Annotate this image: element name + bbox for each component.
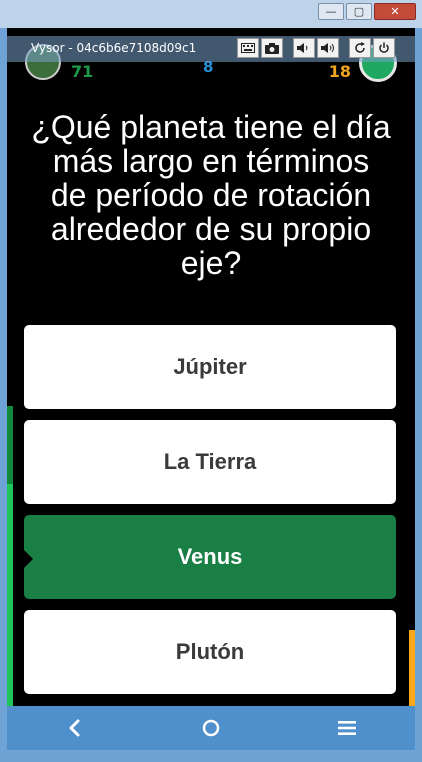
volume-up-icon[interactable]: [317, 38, 339, 58]
close-button[interactable]: ✕: [374, 3, 416, 20]
rotate-icon[interactable]: [349, 38, 371, 58]
minimize-button[interactable]: —: [318, 3, 344, 20]
answer-option-venus[interactable]: Venus: [24, 515, 396, 599]
question-text: ¿Qué planeta tiene el día más largo en t…: [31, 109, 391, 281]
window-titlebar: — ▢ ✕: [0, 0, 422, 28]
vysor-toolbar: Vysor - 04c6b6e7108d09c1: [7, 36, 415, 62]
home-icon[interactable]: [191, 708, 231, 748]
camera-icon[interactable]: [261, 38, 283, 58]
power-icon[interactable]: [373, 38, 395, 58]
answer-option-jupiter[interactable]: Júpiter: [24, 325, 396, 409]
back-icon[interactable]: [55, 708, 95, 748]
opponent-progress-bar: [409, 630, 415, 706]
keyboard-icon[interactable]: [237, 38, 259, 58]
android-navbar: [7, 706, 415, 750]
menu-icon[interactable]: [327, 708, 367, 748]
answer-option-la-tierra[interactable]: La Tierra: [24, 420, 396, 504]
window-bottom-edge: [0, 750, 422, 762]
player-score: 71: [71, 62, 94, 81]
opponent-score: 18: [328, 62, 351, 81]
answer-option-pluton[interactable]: Plutón: [24, 610, 396, 694]
window-controls: — ▢ ✕: [318, 3, 416, 20]
vysor-title: Vysor - 04c6b6e7108d09c1: [31, 41, 197, 55]
app-window: — ▢ ✕ 71 8 18 Vysor - 04c6b6e7108d09c1 ¿…: [0, 0, 422, 762]
volume-down-icon[interactable]: [293, 38, 315, 58]
selected-answer-pointer: [24, 550, 33, 568]
player-progress-bar-dim: [7, 406, 13, 484]
device-screen: 71 8 18 Vysor - 04c6b6e7108d09c1 ¿Qué pl…: [7, 28, 415, 706]
vysor-tools: [237, 38, 395, 58]
maximize-button[interactable]: ▢: [346, 3, 372, 20]
